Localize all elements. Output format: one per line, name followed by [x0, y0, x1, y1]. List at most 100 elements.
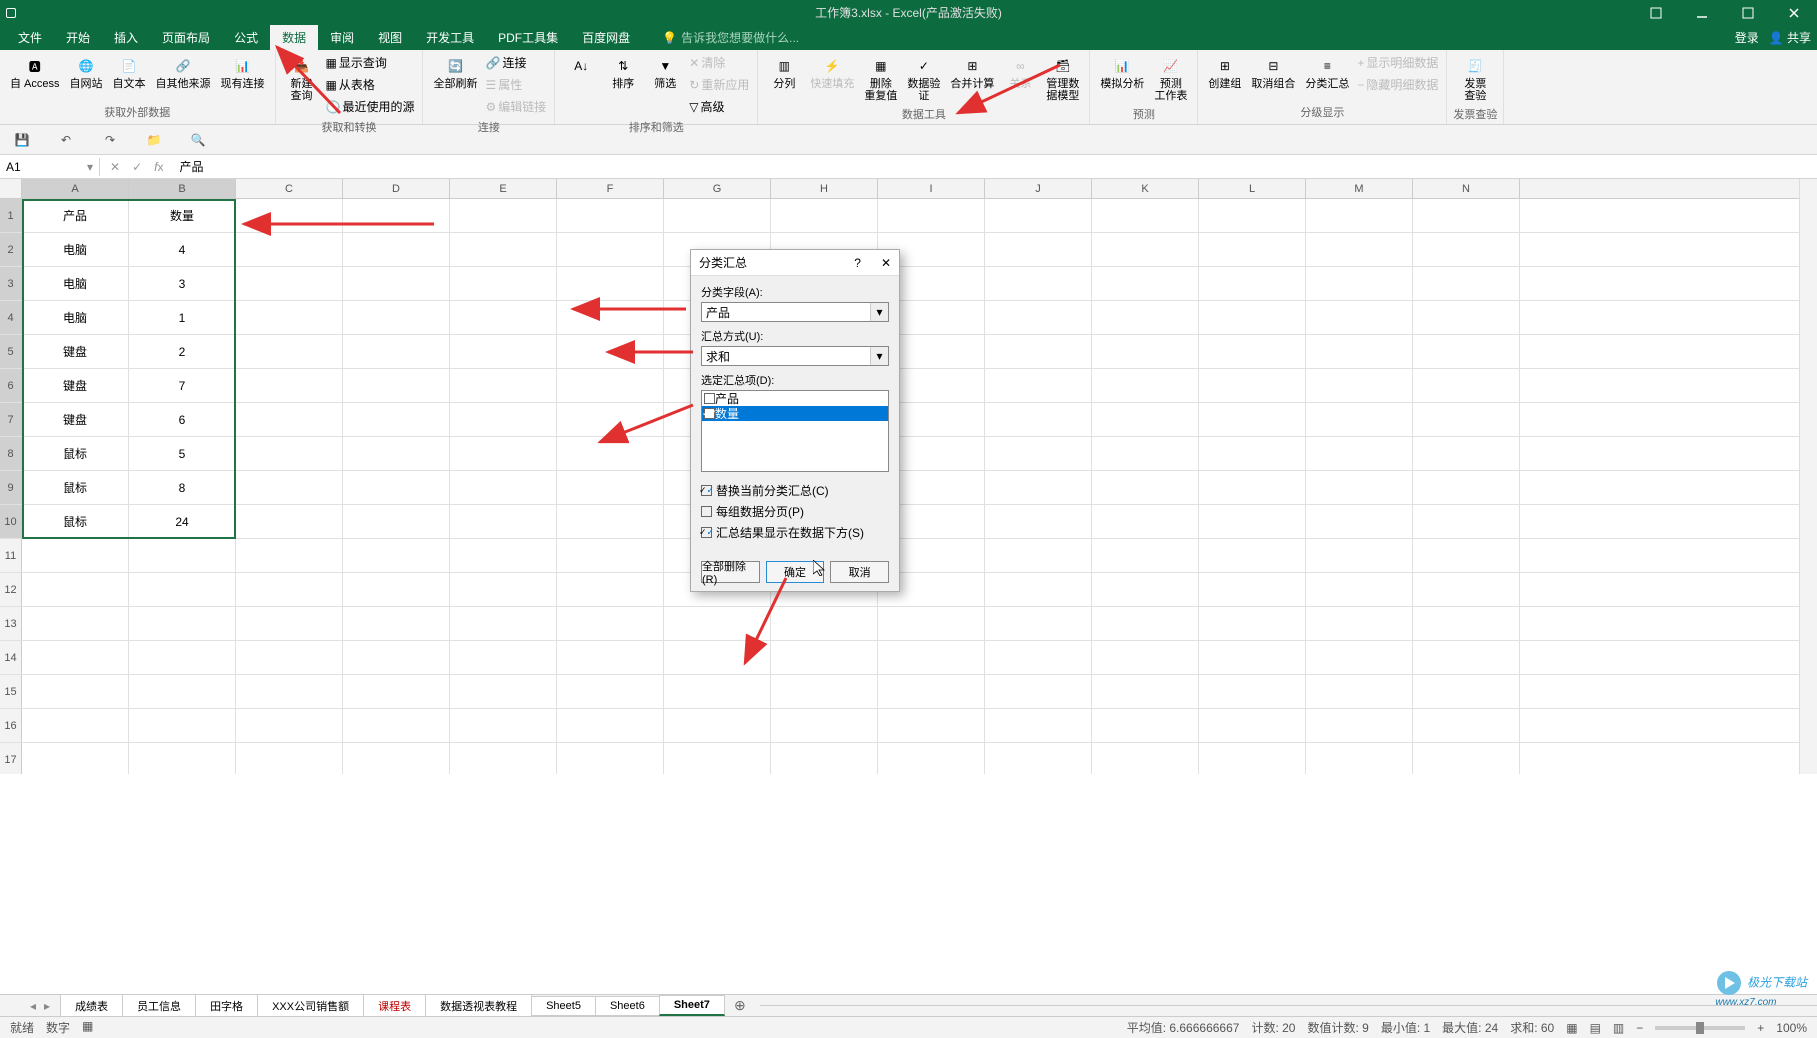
from-text-button[interactable]: 📄自文本 [109, 52, 150, 92]
cell[interactable]: 鼠标 [22, 471, 129, 504]
cell[interactable] [236, 369, 343, 402]
cell[interactable] [1306, 403, 1413, 436]
cell[interactable] [771, 709, 878, 742]
forecast-button[interactable]: 📈预测 工作表 [1150, 52, 1191, 104]
zoom-out-icon[interactable]: − [1636, 1021, 1643, 1035]
checkbox-icon[interactable] [704, 393, 715, 404]
consolidate-button[interactable]: ⊞合并计算 [946, 52, 998, 92]
row-header[interactable]: 5 [0, 335, 22, 368]
cell[interactable] [664, 675, 771, 708]
cell[interactable] [343, 675, 450, 708]
cell[interactable] [1092, 233, 1199, 266]
cell[interactable] [557, 233, 664, 266]
cell[interactable] [1306, 471, 1413, 504]
cell[interactable] [450, 335, 557, 368]
subtotal-button[interactable]: ≡分类汇总 [1301, 52, 1353, 92]
cell[interactable] [1306, 675, 1413, 708]
cell[interactable] [1092, 641, 1199, 674]
cell[interactable] [22, 539, 129, 572]
existing-conn-button[interactable]: 📊现有连接 [217, 52, 269, 92]
help-icon[interactable]: ? [854, 256, 861, 270]
row-header[interactable]: 17 [0, 743, 22, 774]
cell[interactable] [1413, 301, 1520, 334]
tab-file[interactable]: 文件 [6, 25, 54, 50]
cell[interactable] [1199, 199, 1306, 232]
column-header[interactable]: G [664, 179, 771, 198]
cell[interactable] [985, 675, 1092, 708]
cell[interactable] [129, 539, 236, 572]
refresh-all-button[interactable]: 🔄全部刷新 [429, 52, 481, 92]
cell[interactable]: 键盘 [22, 369, 129, 402]
cell[interactable] [129, 709, 236, 742]
share-button[interactable]: 👤 共享 [1769, 29, 1811, 46]
cell[interactable] [343, 301, 450, 334]
tab-home[interactable]: 开始 [54, 25, 102, 50]
cell[interactable] [985, 573, 1092, 606]
cell[interactable]: 7 [129, 369, 236, 402]
cell[interactable] [236, 199, 343, 232]
summary-below-checkbox[interactable]: ✓汇总结果显示在数据下方(S) [701, 524, 889, 541]
cell[interactable] [1413, 437, 1520, 470]
row-header[interactable]: 15 [0, 675, 22, 708]
cell[interactable]: 键盘 [22, 403, 129, 436]
cell[interactable]: 24 [129, 505, 236, 538]
cell[interactable] [236, 301, 343, 334]
cell[interactable]: 5 [129, 437, 236, 470]
cell[interactable] [557, 505, 664, 538]
cell[interactable] [1199, 675, 1306, 708]
cell[interactable] [557, 437, 664, 470]
cell[interactable] [129, 675, 236, 708]
cell[interactable] [450, 641, 557, 674]
cell[interactable] [1199, 539, 1306, 572]
text-to-columns-button[interactable]: ▥分列 [764, 52, 804, 92]
cell[interactable] [1413, 743, 1520, 774]
cell[interactable] [1199, 471, 1306, 504]
cell[interactable] [985, 437, 1092, 470]
data-validation-button[interactable]: ✓数据验 证 [903, 52, 944, 104]
cell[interactable]: 数量 [129, 199, 236, 232]
column-header[interactable]: N [1413, 179, 1520, 198]
sort-button[interactable]: ⇅排序 [603, 52, 643, 92]
close-dialog-icon[interactable]: ✕ [881, 256, 891, 270]
cell[interactable] [878, 675, 985, 708]
cell[interactable] [450, 675, 557, 708]
cell[interactable] [664, 743, 771, 774]
cell[interactable] [1092, 335, 1199, 368]
cell[interactable] [450, 301, 557, 334]
cell[interactable] [129, 743, 236, 774]
sort-az-button[interactable]: A↓ [561, 52, 601, 80]
cell[interactable] [1092, 505, 1199, 538]
cell[interactable]: 4 [129, 233, 236, 266]
list-item[interactable]: 产品 [702, 391, 888, 406]
cell[interactable] [236, 573, 343, 606]
tab-view[interactable]: 视图 [366, 25, 414, 50]
cell[interactable] [236, 675, 343, 708]
relationships-button[interactable]: ∞关系 [1000, 52, 1040, 92]
cell[interactable] [22, 607, 129, 640]
cell[interactable] [450, 437, 557, 470]
cell[interactable] [1092, 301, 1199, 334]
from-access-button[interactable]: 🅰自 Access [6, 52, 64, 92]
tab-formulas[interactable]: 公式 [222, 25, 270, 50]
cell[interactable] [1199, 505, 1306, 538]
row-header[interactable]: 1 [0, 199, 22, 232]
cell[interactable] [1413, 267, 1520, 300]
zoom-in-icon[interactable]: + [1757, 1021, 1764, 1035]
cell[interactable] [1413, 709, 1520, 742]
cell[interactable] [1306, 199, 1413, 232]
checkbox-icon[interactable]: ✓ [704, 408, 715, 419]
filter-button[interactable]: ▼筛选 [645, 52, 685, 92]
cell[interactable] [343, 607, 450, 640]
cell[interactable] [450, 267, 557, 300]
cell[interactable] [129, 573, 236, 606]
cell[interactable] [985, 505, 1092, 538]
tab-dev[interactable]: 开发工具 [414, 25, 486, 50]
from-table-button[interactable]: ▦从表格 [324, 74, 417, 95]
cell[interactable] [771, 743, 878, 774]
cell[interactable] [343, 437, 450, 470]
row-header[interactable]: 8 [0, 437, 22, 470]
field-select[interactable]: 产品▾ [701, 302, 889, 322]
cell[interactable] [1092, 709, 1199, 742]
cell[interactable] [1092, 607, 1199, 640]
cell[interactable] [450, 709, 557, 742]
